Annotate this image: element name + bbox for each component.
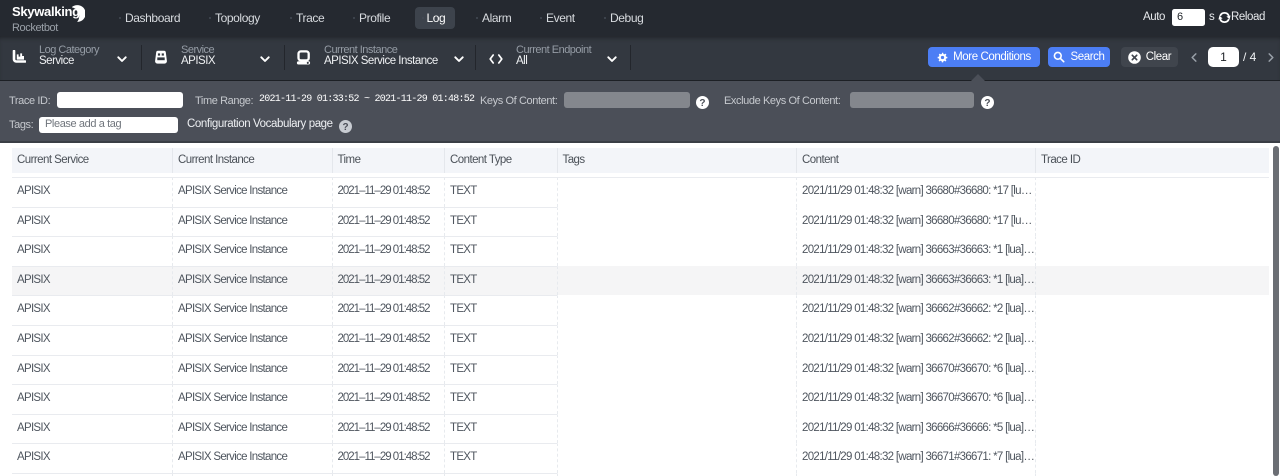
svg-text:?: ?	[342, 122, 348, 133]
svg-text:?: ?	[699, 97, 705, 108]
svg-text:?: ?	[984, 97, 990, 108]
